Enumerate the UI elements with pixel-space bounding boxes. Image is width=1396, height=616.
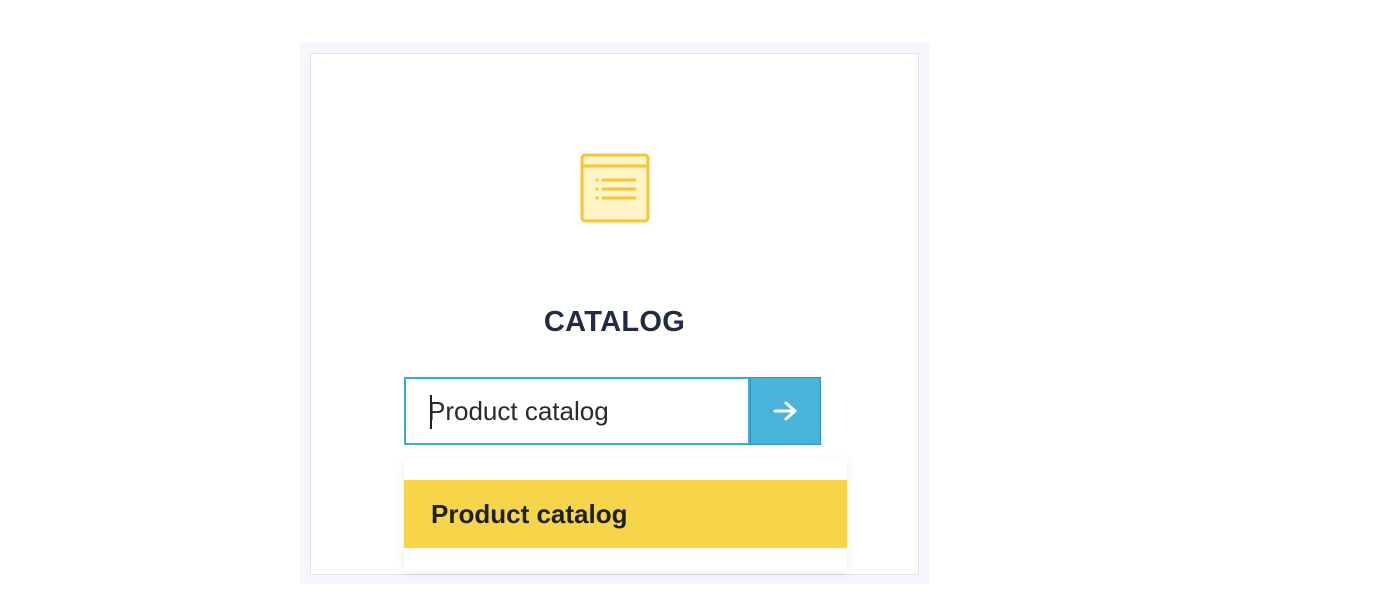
catalog-list-icon: [580, 153, 650, 223]
search-input[interactable]: [406, 379, 748, 443]
search-field[interactable]: [404, 377, 750, 445]
suggestions-dropdown: Product catalog: [404, 458, 847, 572]
suggestion-item[interactable]: Product catalog: [404, 480, 847, 548]
text-caret: [430, 395, 432, 429]
card-title: CATALOG: [543, 306, 686, 338]
arrow-right-icon: [773, 401, 796, 421]
submit-button[interactable]: [750, 377, 821, 445]
